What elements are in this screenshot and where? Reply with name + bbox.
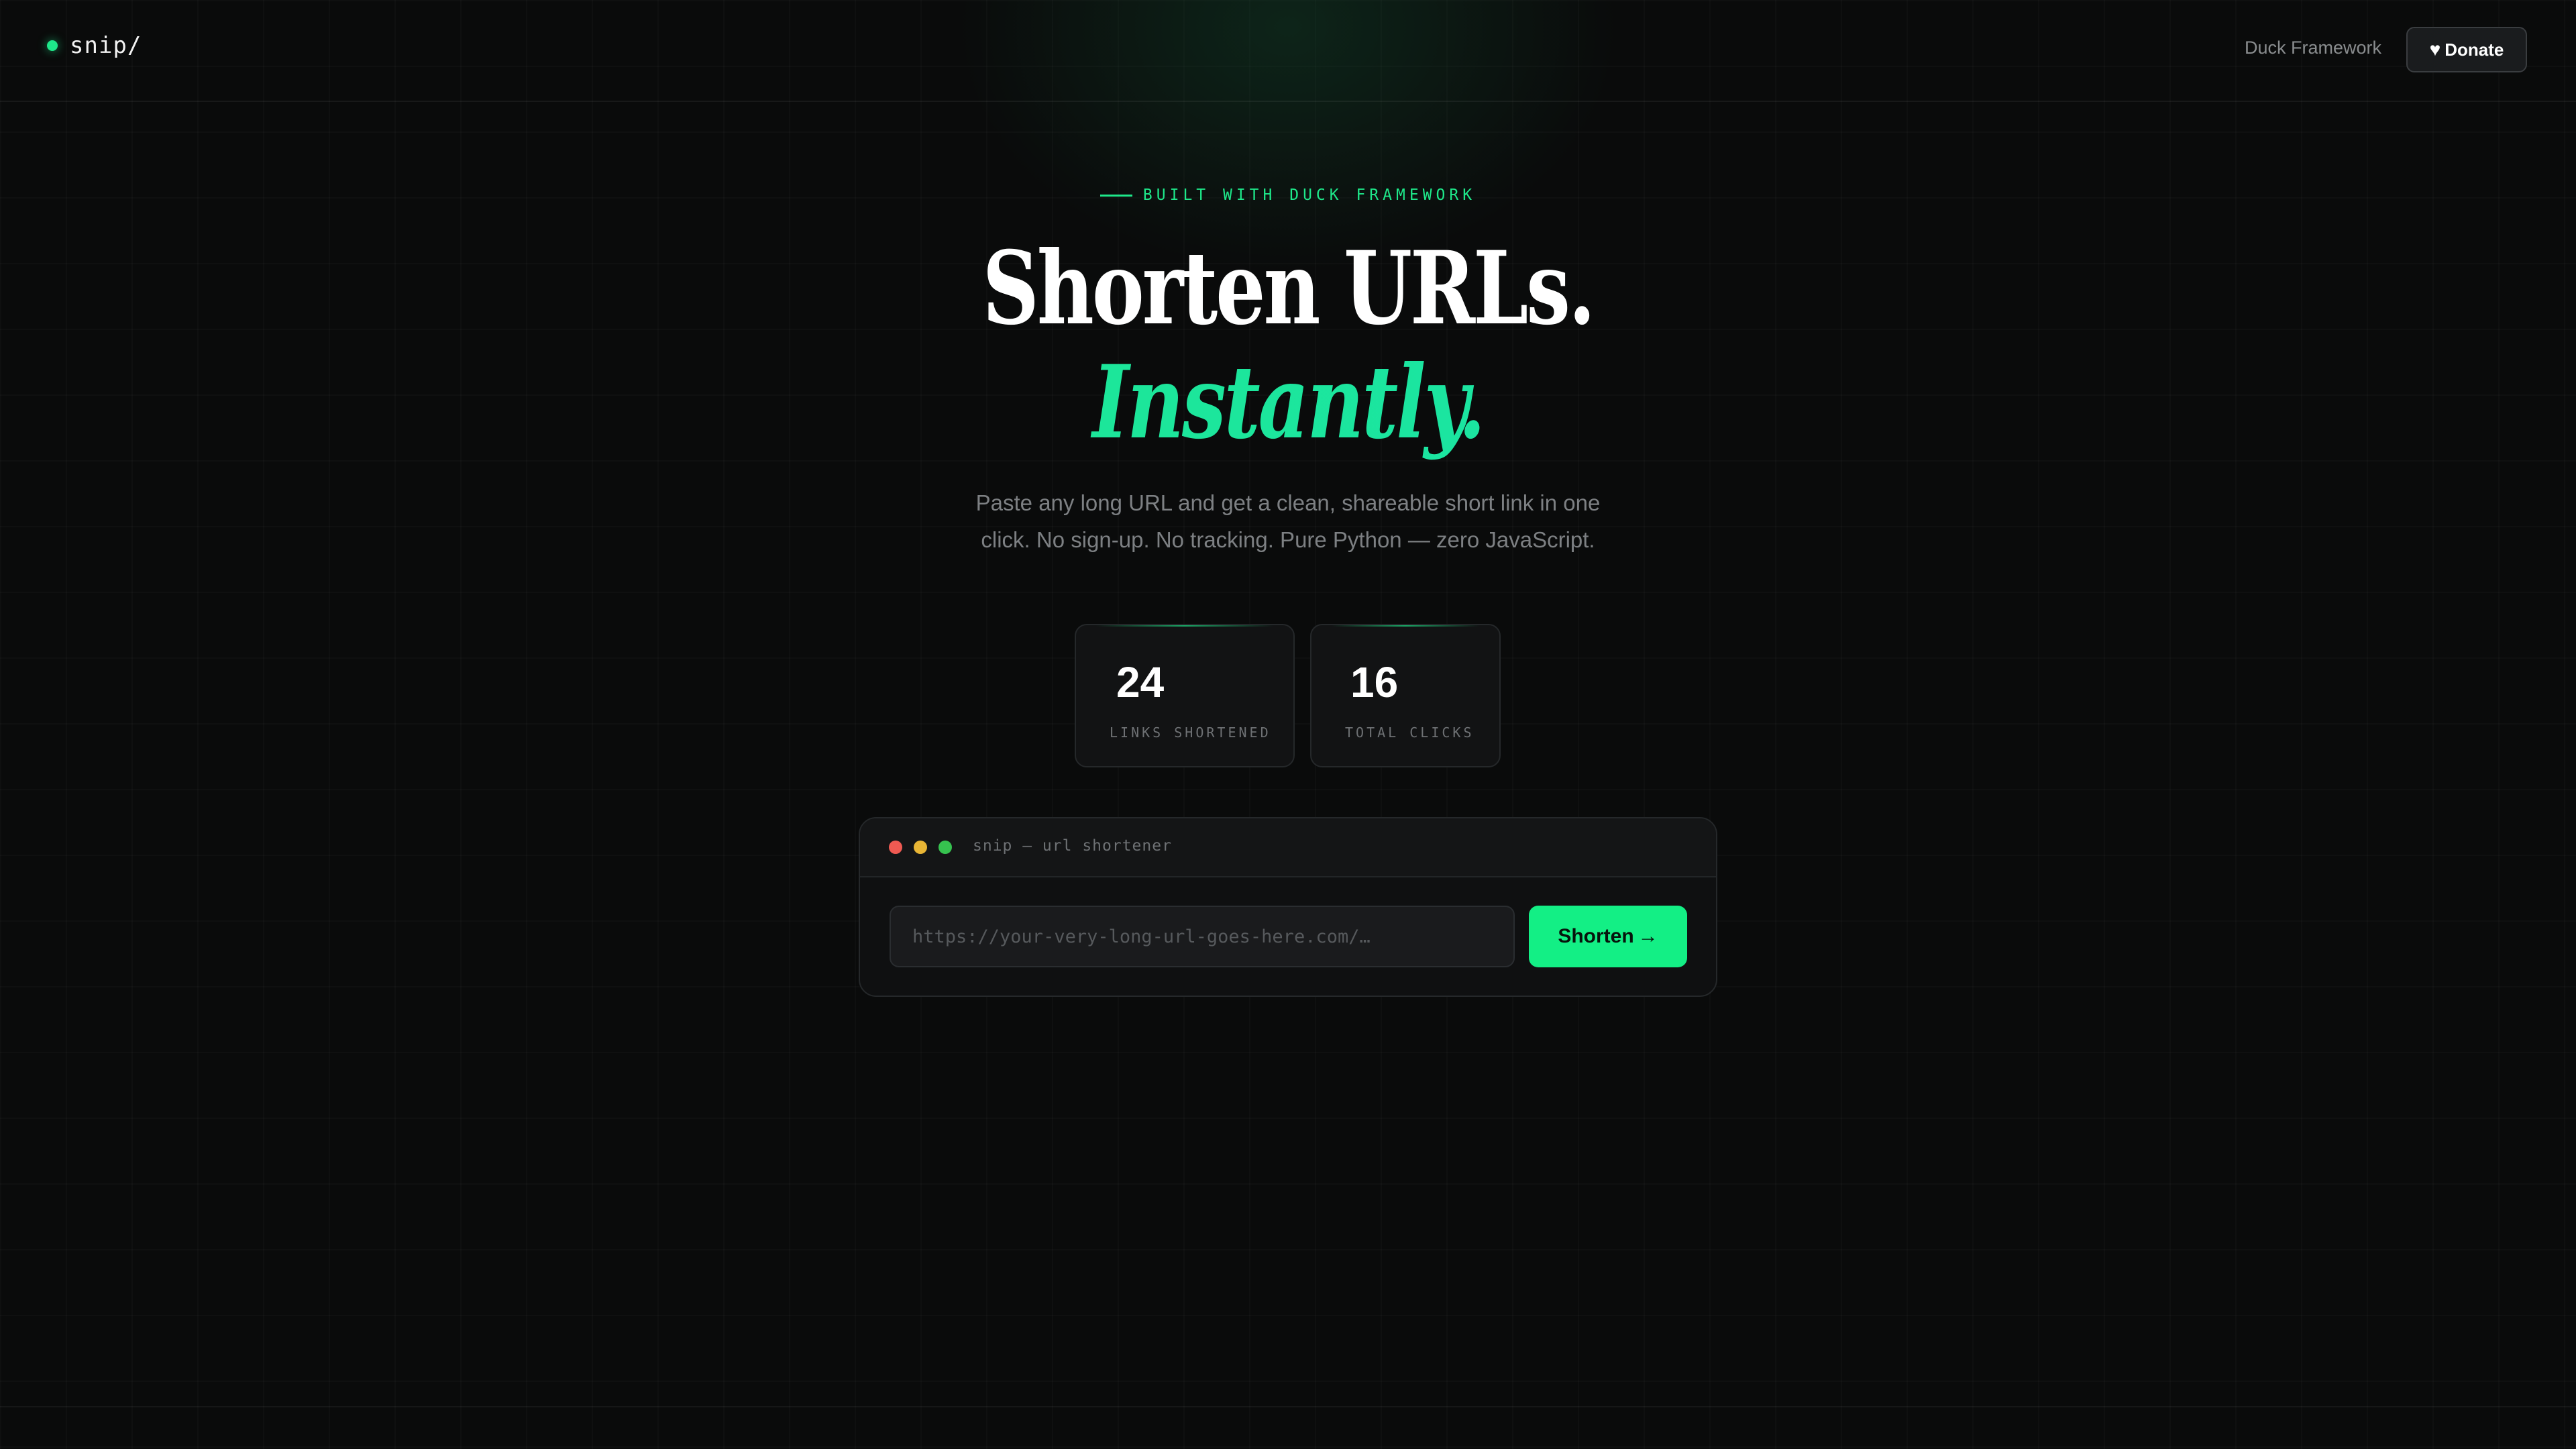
maximize-dot-icon <box>938 841 952 854</box>
donate-button[interactable]: ♥ Donate <box>2406 27 2527 72</box>
footer-divider <box>0 1406 2576 1407</box>
shorten-button[interactable]: Shorten → <box>1529 906 1687 967</box>
panel-title-bar: snip — url shortener <box>860 818 1716 877</box>
heart-icon: ♥ <box>2429 39 2441 60</box>
stat-value: 24 <box>1116 658 1165 706</box>
hero-title-line1: Shorten URLs. <box>982 229 1595 347</box>
stat-card-links: 24 LINKS SHORTENED <box>1075 624 1295 767</box>
eyebrow-line <box>1099 194 1132 197</box>
shorten-label: Shorten <box>1558 925 1634 947</box>
brand-logo[interactable]: snip/ <box>47 32 142 59</box>
close-dot-icon <box>889 841 902 854</box>
status-dot-icon <box>47 40 58 51</box>
shortener-panel: snip — url shortener Shorten → <box>859 817 1717 997</box>
stat-label: TOTAL CLICKS <box>1345 724 1474 741</box>
minimize-dot-icon <box>914 841 927 854</box>
stat-label: LINKS SHORTENED <box>1110 724 1271 741</box>
url-input[interactable] <box>890 906 1515 967</box>
brand-name: snip/ <box>70 32 142 59</box>
eyebrow: BUILT WITH DUCK FRAMEWORK <box>0 186 2576 204</box>
hero-subtitle: Paste any long URL and get a clean, shar… <box>975 490 1601 552</box>
stat-card-clicks: 16 TOTAL CLICKS <box>1310 624 1501 767</box>
arrow-right-icon: → <box>1638 925 1658 947</box>
eyebrow-text: BUILT WITH DUCK FRAMEWORK <box>1142 186 1477 204</box>
nav-link-duck-framework[interactable]: Duck Framework <box>2245 38 2381 58</box>
panel-title: snip — url shortener <box>973 837 1172 855</box>
stat-value: 16 <box>1350 658 1399 706</box>
hero-title-line2: Instantly. <box>283 342 2292 463</box>
donate-label: Donate <box>2445 39 2504 60</box>
site-header: snip/ Duck Framework ♥ Donate <box>0 0 2576 102</box>
